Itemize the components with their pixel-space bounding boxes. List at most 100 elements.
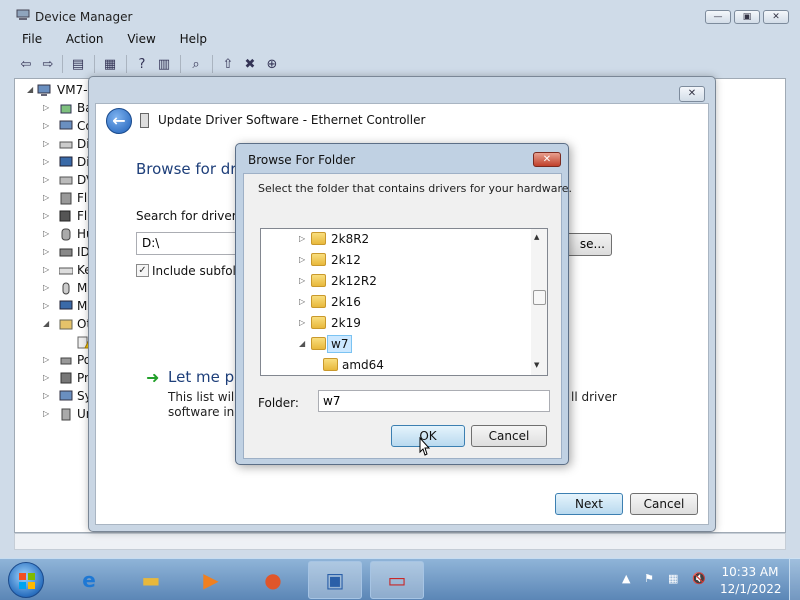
tree-item[interactable]: ▷ DV [15,172,95,190]
next-button[interactable]: Next [555,493,623,515]
expand-arrow-icon[interactable]: ▷ [43,373,49,382]
expand-arrow-icon[interactable]: ▷ [43,391,49,400]
expand-arrow-icon[interactable]: ▷ [43,229,49,238]
show-desktop-button[interactable] [789,558,800,600]
expand-arrow-icon[interactable]: ▷ [43,139,49,148]
horizontal-scrollbar[interactable] [14,533,786,550]
back-arrow-icon[interactable]: ← [106,108,132,134]
include-subfolders-checkbox[interactable]: ✓ [136,264,149,277]
menu-action[interactable]: Action [59,30,104,48]
toolbox-icon[interactable]: ▭ [370,561,424,599]
scan-hardware-icon[interactable]: ⌕ [186,54,206,74]
expand-arrow-icon[interactable]: ▷ [299,255,305,264]
scroll-up-arrow-icon[interactable]: ▲ [534,233,539,241]
clock-date[interactable]: 12/1/2022 [720,582,782,596]
enable-device-icon[interactable]: ⊕ [262,54,282,74]
expand-arrow-icon[interactable]: ▷ [43,409,49,418]
tree-item-unknown-device[interactable] [15,334,95,352]
action-center-flag-icon[interactable]: ⚑ [644,572,654,585]
expand-arrow-icon[interactable]: ▷ [43,247,49,256]
folder-item[interactable]: ▷ 2k19 [261,313,521,333]
windows-logo-icon [19,573,35,589]
expand-arrow-icon[interactable]: ▷ [43,175,49,184]
update-driver-icon[interactable]: ⇧ [218,54,238,74]
wizard-close-button[interactable]: ✕ [679,86,705,102]
action-pane-icon[interactable]: ▥ [154,54,174,74]
tree-item[interactable]: ◢ Ot [15,316,95,334]
menu-help[interactable]: Help [173,30,207,48]
setup-program-icon[interactable]: ▣ [308,561,362,599]
start-button[interactable] [8,562,44,598]
tree-item[interactable]: ▷ Di [15,154,95,172]
dialog-cancel-button[interactable]: Cancel [471,425,547,447]
expand-arrow-icon[interactable]: ▷ [43,355,49,364]
expand-arrow-icon[interactable]: ▷ [43,121,49,130]
properties-icon[interactable]: ▦ [100,54,120,74]
collapse-arrow-icon[interactable]: ◢ [43,319,49,328]
internet-explorer-icon[interactable]: e [62,561,116,599]
tree-item[interactable]: ▷ M [15,280,95,298]
volume-muted-icon[interactable]: 🔇 [692,572,706,585]
folder-item[interactable]: amd64 [261,355,521,375]
collapse-arrow-icon[interactable]: ◢ [299,339,305,348]
media-player-icon[interactable]: ▶ [184,561,238,599]
tree-item[interactable]: ▷ Fl [15,208,95,226]
tree-root[interactable]: ◢ VM7- [15,82,95,100]
driver-path-input[interactable]: D:\ [136,232,246,255]
tree-item[interactable]: ▷ M [15,298,95,316]
tree-item[interactable]: ▷ Sy [15,388,95,406]
tree-item[interactable]: ▷ ID [15,244,95,262]
firefox-icon[interactable]: ● [246,561,300,599]
maximize-button[interactable]: ▣ [734,10,760,24]
show-hide-console-tree-icon[interactable]: ▤ [68,54,88,74]
expand-arrow-icon[interactable]: ▷ [43,211,49,220]
dialog-close-button[interactable]: ✕ [533,152,561,167]
tree-item-label: M [77,299,88,313]
folder-field[interactable]: w7 [318,390,550,412]
tree-item[interactable]: ▷ Un [15,406,95,424]
expand-arrow-icon[interactable]: ▷ [43,265,49,274]
help-icon[interactable]: ? [132,54,152,74]
browse-button[interactable]: se... [562,233,612,256]
folder-item[interactable]: ▷ 2k16 [261,292,521,312]
expand-arrow-icon[interactable]: ▷ [43,157,49,166]
folder-item[interactable]: ▷ 2k12R2 [261,271,521,291]
minimize-button[interactable]: — [705,10,731,24]
folder-item-selected[interactable]: ◢ w7 [261,334,521,354]
expand-arrow-icon[interactable]: ▷ [299,297,305,306]
expand-arrow-icon[interactable]: ▷ [43,283,49,292]
folder-item[interactable]: ▷ 2k8R2 [261,229,521,249]
menu-file[interactable]: File [15,30,42,48]
close-button[interactable]: ✕ [763,10,789,24]
clock-time[interactable]: 10:33 AM [720,565,780,579]
expand-arrow-icon[interactable]: ▷ [299,276,305,285]
uninstall-device-icon[interactable]: ✖ [240,54,260,74]
tree-item[interactable]: ▷ Ke [15,262,95,280]
titlebar[interactable]: Device Manager — ▣ ✕ [0,0,800,30]
tree-item[interactable]: ▷ Ba [15,100,95,118]
show-hidden-icons-arrow-icon[interactable]: ▲ [622,572,630,585]
expand-arrow-icon[interactable]: ▷ [43,103,49,112]
network-disconnected-icon[interactable]: ▦ [668,572,678,585]
tree-item[interactable]: ▷ Di [15,136,95,154]
tree-item[interactable]: ▷ Hu [15,226,95,244]
scroll-down-arrow-icon[interactable]: ▼ [534,361,539,369]
wizard-cancel-button[interactable]: Cancel [630,493,698,515]
expand-arrow-icon[interactable]: ▷ [43,193,49,202]
tree-item[interactable]: ▷ Fl [15,190,95,208]
forward-arrow-icon[interactable]: ⇨ [38,54,58,74]
tree-item[interactable]: ▷ Pr [15,370,95,388]
folder-tree-scrollbar[interactable]: ▲ ▼ [531,229,547,375]
scroll-thumb[interactable] [533,290,546,305]
expand-arrow-icon[interactable]: ▷ [299,318,305,327]
expand-arrow-icon[interactable]: ▷ [43,301,49,310]
menu-view[interactable]: View [120,30,155,48]
collapse-arrow-icon[interactable]: ◢ [27,85,33,94]
expand-arrow-icon[interactable]: ▷ [299,234,305,243]
tree-item[interactable]: ▷ Co [15,118,95,136]
windows-explorer-icon[interactable]: ▬ [124,561,178,599]
back-arrow-icon[interactable]: ⇦ [16,54,36,74]
tree-item[interactable]: ▷ Po [15,352,95,370]
tree-root-label: VM7- [57,83,88,97]
folder-item[interactable]: ▷ 2k12 [261,250,521,270]
